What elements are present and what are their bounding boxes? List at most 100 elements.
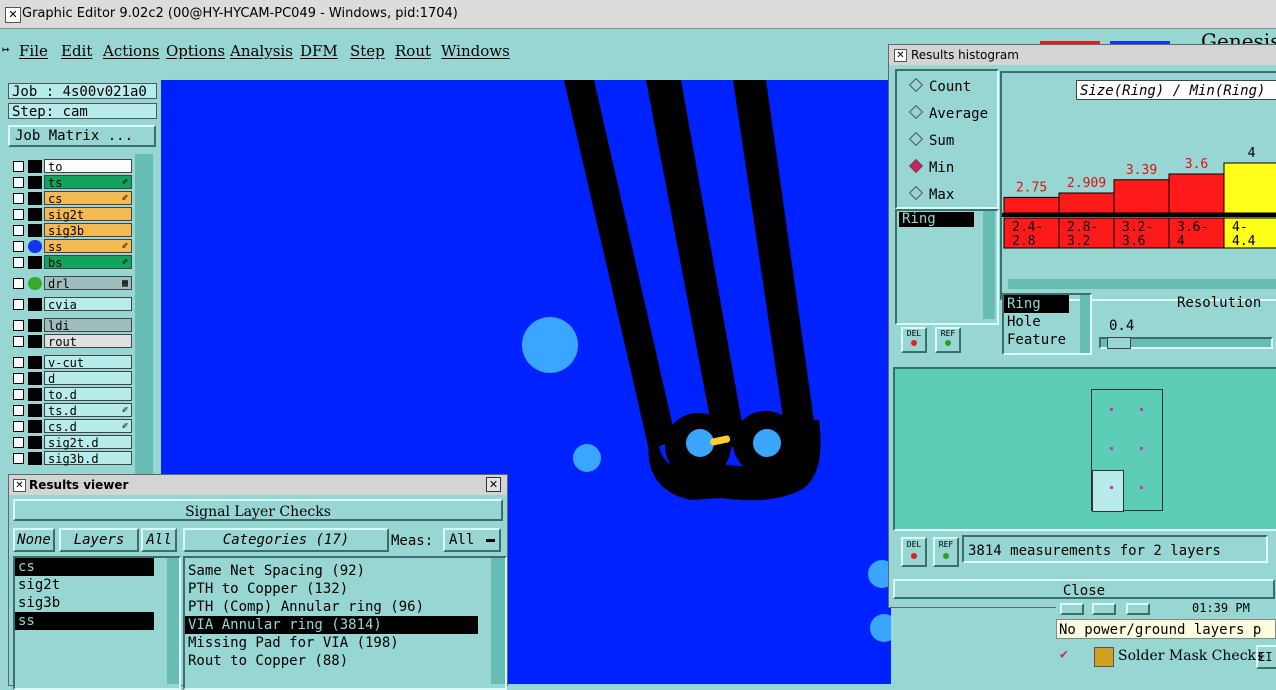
menu-step[interactable]: Step	[350, 42, 385, 60]
rv-category-item[interactable]: VIA Annular ring (3814)	[185, 616, 478, 634]
layer-row-ts[interactable]: ts ✐	[13, 175, 132, 190]
layer-checkbox[interactable]	[13, 405, 24, 416]
layer-indicator-icon[interactable]	[28, 388, 42, 401]
layer-checkbox[interactable]	[13, 257, 24, 268]
layer-name[interactable]: sig2t	[44, 207, 132, 222]
histogram-bar[interactable]	[1003, 196, 1060, 214]
rv-category-item[interactable]: Same Net Spacing (92)	[185, 562, 478, 580]
measure-item-ring[interactable]: Ring	[1004, 295, 1069, 313]
histogram-bar[interactable]	[1223, 162, 1276, 214]
category-results-list[interactable]: Same Net Spacing (92) PTH to Copper (132)…	[183, 556, 507, 690]
layer-checkbox[interactable]	[13, 193, 24, 204]
del-button-bottom[interactable]: DEL	[901, 537, 927, 567]
layer-name[interactable]: cs ✐	[44, 191, 132, 206]
rv-layer-item[interactable]: sig2t	[15, 576, 154, 594]
menu-analysis[interactable]: Analysis	[230, 42, 293, 60]
mode-max[interactable]: Max	[908, 185, 954, 203]
layer-indicator-icon[interactable]	[28, 356, 42, 369]
menu-file[interactable]: File	[19, 42, 48, 60]
window-close-icon[interactable]: ✕	[5, 7, 21, 23]
layer-checkbox[interactable]	[13, 336, 24, 347]
histogram-bar[interactable]	[1058, 192, 1115, 214]
toolbar-icon[interactable]	[1092, 603, 1116, 615]
field-item-ring[interactable]: Ring	[899, 212, 974, 227]
layer-name[interactable]: rout	[44, 334, 132, 349]
menu-windows[interactable]: Windows	[441, 42, 510, 60]
category-results-scrollbar[interactable]	[491, 558, 505, 684]
layer-name[interactable]: ldi	[44, 318, 132, 333]
rv-layer-item[interactable]: ss	[15, 612, 154, 630]
layer-name[interactable]: d	[44, 371, 132, 386]
layer-row-rout[interactable]: rout	[13, 334, 132, 349]
layer-results-scrollbar[interactable]	[167, 558, 179, 684]
toolbar-icon[interactable]	[1126, 603, 1150, 615]
menu-options[interactable]: Options	[166, 42, 225, 60]
none-button[interactable]: None	[13, 528, 55, 552]
menu-dfm[interactable]: DFM	[300, 42, 338, 60]
rv-layer-item[interactable]: cs	[15, 558, 154, 576]
layer-row-cs[interactable]: cs ✐	[13, 191, 132, 206]
layer-row-cs-d[interactable]: cs.d ✐	[13, 419, 132, 434]
layer-row-sig2t[interactable]: sig2t	[13, 207, 132, 222]
layer-row-to-d[interactable]: to.d	[13, 387, 132, 402]
layer-results-list[interactable]: cs sig2t sig3b ss	[13, 556, 181, 690]
layer-indicator-icon[interactable]	[28, 224, 42, 237]
layer-row-cvia[interactable]: cvia	[13, 297, 132, 312]
layers-button[interactable]: Layers	[59, 528, 139, 552]
resolution-slider-thumb[interactable]	[1107, 337, 1131, 349]
layer-indicator-icon[interactable]	[28, 436, 42, 449]
layer-name[interactable]: sig3b.d	[44, 451, 132, 466]
layer-row-v-cut[interactable]: v-cut	[13, 355, 132, 370]
menu-edit[interactable]: Edit	[61, 42, 92, 60]
layer-name[interactable]: ts.d ✐	[44, 403, 132, 418]
measure-listbox[interactable]: Ring Hole Feature	[1002, 293, 1092, 355]
del-button[interactable]: DEL	[901, 327, 927, 353]
window-close-icon[interactable]: ✕	[13, 479, 26, 492]
check-set-header[interactable]: Signal Layer Checks	[13, 499, 503, 521]
layer-name[interactable]: sig2t.d	[44, 435, 132, 450]
layer-row-sig3b-d[interactable]: sig3b.d	[13, 451, 132, 466]
rv-category-item[interactable]: Rout to Copper (88)	[185, 652, 478, 670]
chart-hscrollbar[interactable]	[1008, 279, 1276, 289]
layer-row-drl[interactable]: drl ▦	[13, 276, 132, 291]
layer-row-bs[interactable]: bs ✐	[13, 255, 132, 270]
radio-diamond-icon[interactable]	[908, 131, 924, 147]
check-mark-icon[interactable]: ✔	[1060, 647, 1074, 662]
measure-item-feature[interactable]: Feature	[1004, 331, 1069, 349]
layer-indicator-icon[interactable]	[28, 372, 42, 385]
mode-count[interactable]: Count	[908, 77, 971, 95]
layer-name[interactable]: sig3b	[44, 223, 132, 238]
layer-indicator-icon[interactable]	[28, 335, 42, 348]
layer-indicator-icon[interactable]	[28, 404, 42, 417]
layer-row-ss[interactable]: ss ✐	[13, 239, 132, 254]
layer-checkbox[interactable]	[13, 161, 24, 172]
layer-row-sig3b[interactable]: sig3b	[13, 223, 132, 238]
layer-checkbox[interactable]	[13, 453, 24, 464]
mode-average[interactable]: Average	[908, 104, 988, 122]
histogram-bar[interactable]	[1168, 173, 1225, 214]
edit-button[interactable]: EI	[1256, 645, 1276, 669]
layer-indicator-icon[interactable]	[28, 192, 42, 205]
layer-name[interactable]: ss ✐	[44, 239, 132, 254]
layer-checkbox[interactable]	[13, 320, 24, 331]
ref-button-bottom[interactable]: REF	[933, 537, 959, 567]
ref-button[interactable]: REF	[935, 327, 961, 353]
layer-name[interactable]: v-cut	[44, 355, 132, 370]
layer-checkbox[interactable]	[13, 357, 24, 368]
layer-indicator-icon[interactable]	[28, 298, 42, 311]
layer-row-sig2t-d[interactable]: sig2t.d	[13, 435, 132, 450]
solder-mask-checks-label[interactable]: Solder Mask Checks	[1118, 648, 1263, 664]
field-listbox[interactable]: Ring	[895, 209, 999, 325]
layer-name[interactable]: cvia	[44, 297, 132, 312]
mode-sum[interactable]: Sum	[908, 131, 954, 149]
layer-name[interactable]: to	[44, 159, 132, 174]
rv-category-item[interactable]: PTH (Comp) Annular ring (96)	[185, 598, 478, 616]
close-button[interactable]: Close	[893, 579, 1275, 599]
layer-name[interactable]: drl ▦	[44, 276, 132, 291]
layer-indicator-icon[interactable]	[28, 319, 42, 332]
radio-diamond-icon[interactable]	[908, 185, 924, 201]
layer-checkbox[interactable]	[13, 278, 24, 289]
layer-indicator-icon[interactable]	[28, 160, 42, 173]
layer-checkbox[interactable]	[13, 389, 24, 400]
measure-item-hole[interactable]: Hole	[1004, 313, 1069, 331]
